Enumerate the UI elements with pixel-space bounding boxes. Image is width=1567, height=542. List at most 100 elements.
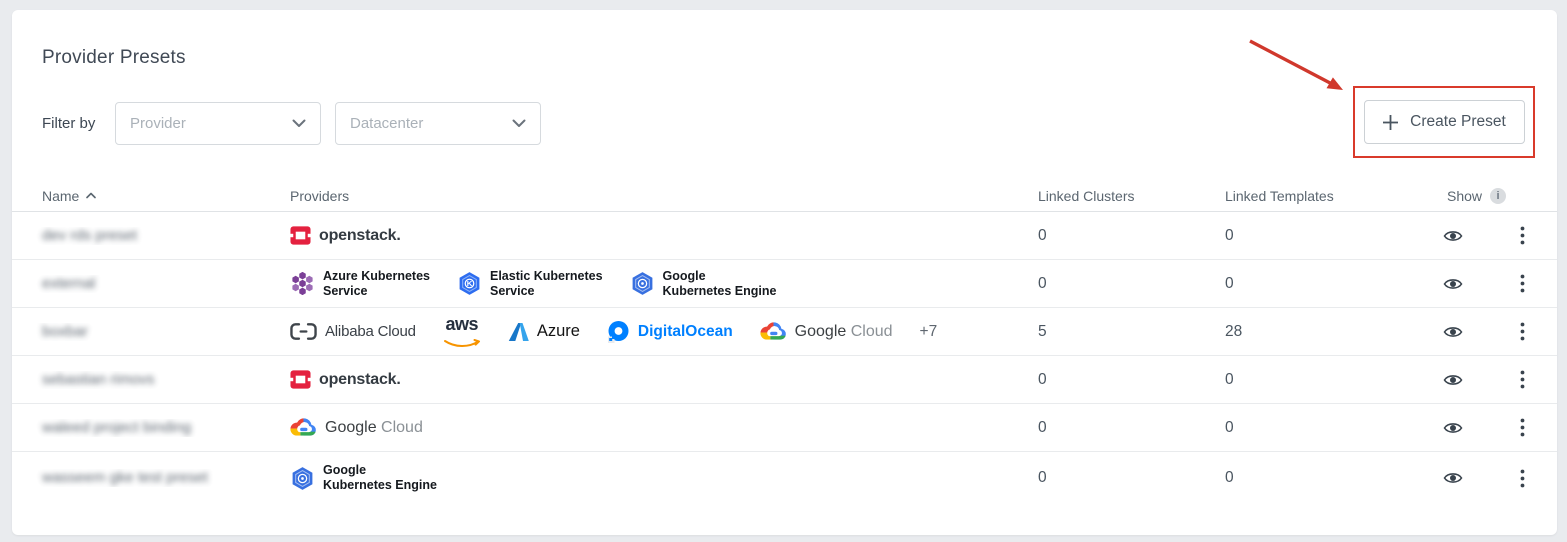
show-preset-button[interactable] (1441, 275, 1465, 293)
plus-icon (1382, 114, 1399, 131)
preset-name: wasseem gke test preset (42, 469, 208, 486)
providers-cell: openstack. (290, 225, 1026, 246)
aws-wordmark: aws (446, 315, 479, 333)
openstack-icon (290, 225, 311, 246)
linked-templates-count: 28 (1213, 323, 1420, 341)
info-icon[interactable]: i (1490, 188, 1506, 204)
provider-logo-openstack: openstack. (290, 225, 401, 246)
row-menu-button[interactable] (1518, 224, 1527, 247)
sort-ascending-icon (86, 192, 96, 199)
provider-presets-card: Provider Presets Filter by Provider Data… (12, 10, 1557, 535)
alibaba-cloud-icon (290, 322, 317, 341)
provider-label: GoogleKubernetes Engine (663, 269, 777, 299)
provider-logo-google-kubernetes-engine: GoogleKubernetes Engine (630, 269, 777, 299)
filter-by-label: Filter by (42, 102, 95, 145)
preset-name: external (42, 275, 95, 292)
digitalocean-icon (607, 320, 630, 343)
row-menu-button[interactable] (1518, 467, 1527, 490)
google-kubernetes-engine-icon (630, 270, 655, 297)
provider-logo-elastic-kubernetes-service: K Elastic KubernetesService (457, 269, 603, 299)
row-menu-button[interactable] (1518, 416, 1527, 439)
show-preset-button[interactable] (1441, 371, 1465, 389)
kebab-menu-icon (1520, 274, 1525, 293)
table-row: sebastian rimovs openstack. 0 0 (12, 356, 1557, 404)
linked-clusters-count: 0 (1026, 227, 1213, 245)
annotation-highlight-box: Create Preset (1353, 86, 1535, 158)
linked-clusters-count: 0 (1026, 469, 1213, 487)
provider-logo-azure-kubernetes-service: Azure KubernetesService (290, 269, 430, 299)
elastic-kubernetes-service-icon: K (457, 270, 482, 297)
provider-logo-aws: aws (443, 315, 481, 349)
provider-label: Google Cloud (325, 419, 423, 437)
create-preset-button[interactable]: Create Preset (1364, 100, 1525, 144)
table-row: boxbar Alibaba Cloud aws Azure (12, 308, 1557, 356)
provider-logo-openstack: openstack. (290, 369, 401, 390)
kebab-menu-icon (1520, 370, 1525, 389)
column-header-show: Show i (1420, 188, 1557, 204)
eye-icon (1443, 373, 1463, 387)
row-menu-button[interactable] (1518, 272, 1527, 295)
column-header-providers: Providers (290, 188, 1026, 204)
chevron-down-icon (292, 119, 306, 128)
table-row: external Azure KubernetesService K Elast… (12, 260, 1557, 308)
eye-icon (1443, 229, 1463, 243)
kebab-menu-icon (1520, 322, 1525, 341)
providers-cell: openstack. (290, 369, 1026, 390)
provider-label: GoogleKubernetes Engine (323, 463, 437, 493)
eye-icon (1443, 277, 1463, 291)
eye-icon (1443, 325, 1463, 339)
provider-logo-alibaba-cloud: Alibaba Cloud (290, 322, 416, 341)
table-row: wasseem gke test preset GoogleKubernetes… (12, 452, 1557, 504)
show-preset-button[interactable] (1441, 469, 1465, 487)
linked-templates-count: 0 (1213, 469, 1420, 487)
provider-label: Elastic KubernetesService (490, 269, 603, 299)
annotation-arrow (1240, 32, 1360, 102)
linked-clusters-count: 5 (1026, 323, 1213, 341)
linked-templates-count: 0 (1213, 275, 1420, 293)
row-menu-button[interactable] (1518, 368, 1527, 391)
google-cloud-icon (290, 418, 317, 437)
preset-name: boxbar (42, 323, 88, 340)
provider-logo-azure: Azure (508, 322, 580, 342)
preset-name: sebastian rimovs (42, 371, 155, 388)
column-header-linked-templates: Linked Templates (1213, 188, 1420, 204)
azure-kubernetes-service-icon (290, 272, 315, 295)
preset-name: waleed project binding (42, 419, 191, 436)
provider-label: Alibaba Cloud (325, 323, 416, 340)
google-cloud-icon (760, 322, 787, 341)
row-menu-button[interactable] (1518, 320, 1527, 343)
preset-name: dev rds preset (42, 227, 137, 244)
provider-label: Google Cloud (795, 323, 893, 341)
google-kubernetes-engine-icon (290, 465, 315, 492)
provider-logo-google-kubernetes-engine: GoogleKubernetes Engine (290, 463, 437, 493)
datacenter-filter-placeholder: Datacenter (350, 115, 423, 132)
column-header-name[interactable]: Name (12, 188, 290, 204)
provider-label: openstack. (319, 227, 401, 245)
column-header-linked-clusters: Linked Clusters (1026, 188, 1213, 204)
provider-filter-placeholder: Provider (130, 115, 186, 132)
table-row: dev rds preset openstack. 0 0 (12, 212, 1557, 260)
show-preset-button[interactable] (1441, 419, 1465, 437)
svg-text:K: K (467, 279, 473, 288)
show-preset-button[interactable] (1441, 227, 1465, 245)
chevron-down-icon (512, 119, 526, 128)
linked-clusters-count: 0 (1026, 371, 1213, 389)
provider-label: DigitalOcean (638, 323, 733, 341)
linked-templates-count: 0 (1213, 371, 1420, 389)
table-body: dev rds preset openstack. 0 0 external (12, 212, 1557, 504)
eye-icon (1443, 471, 1463, 485)
page-title: Provider Presets (42, 47, 186, 69)
linked-templates-count: 0 (1213, 419, 1420, 437)
datacenter-filter-select[interactable]: Datacenter (335, 102, 541, 145)
provider-label: Azure (537, 322, 580, 341)
provider-filter-select[interactable]: Provider (115, 102, 321, 145)
provider-overflow-count: +7 (920, 323, 938, 341)
openstack-icon (290, 369, 311, 390)
create-preset-label: Create Preset (1410, 113, 1506, 131)
table-header-row: Name Providers Linked Clusters Linked Te… (12, 180, 1557, 212)
provider-logo-google-cloud: Google Cloud (290, 418, 423, 437)
linked-clusters-count: 0 (1026, 419, 1213, 437)
show-preset-button[interactable] (1441, 323, 1465, 341)
provider-label: Azure KubernetesService (323, 269, 430, 299)
providers-cell: GoogleKubernetes Engine (290, 463, 1026, 493)
